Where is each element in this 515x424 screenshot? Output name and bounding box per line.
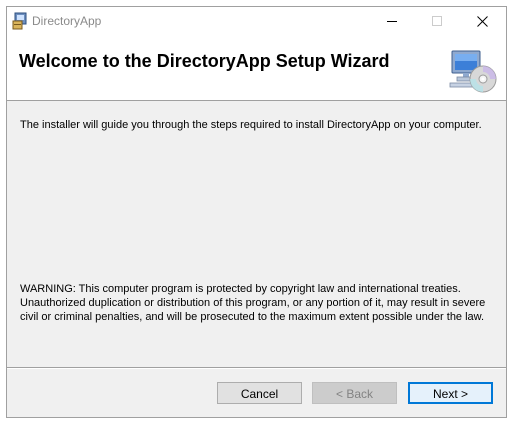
computer-cd-icon [449, 48, 497, 96]
minimize-icon [387, 21, 397, 22]
title-bar[interactable]: DirectoryApp [7, 7, 506, 36]
intro-text: The installer will guide you through the… [20, 119, 482, 131]
next-button[interactable]: Next > [408, 382, 493, 404]
close-icon [477, 16, 488, 27]
window-title: DirectoryApp [32, 14, 102, 28]
minimize-button[interactable] [370, 7, 415, 36]
setup-wizard-window: DirectoryApp Welcome to the DirectoryApp… [6, 6, 507, 418]
copyright-warning: WARNING: This computer program is protec… [20, 283, 486, 323]
maximize-button[interactable] [415, 7, 460, 36]
page-title: Welcome to the DirectoryApp Setup Wizard [19, 51, 390, 71]
back-button[interactable]: < Back [312, 382, 397, 404]
footer-divider-highlight [7, 368, 506, 369]
cancel-button[interactable]: Cancel [217, 382, 302, 404]
maximize-icon [432, 16, 442, 26]
close-button[interactable] [460, 7, 505, 36]
wizard-header: Welcome to the DirectoryApp Setup Wizard [7, 36, 506, 101]
installer-app-icon [11, 12, 29, 30]
